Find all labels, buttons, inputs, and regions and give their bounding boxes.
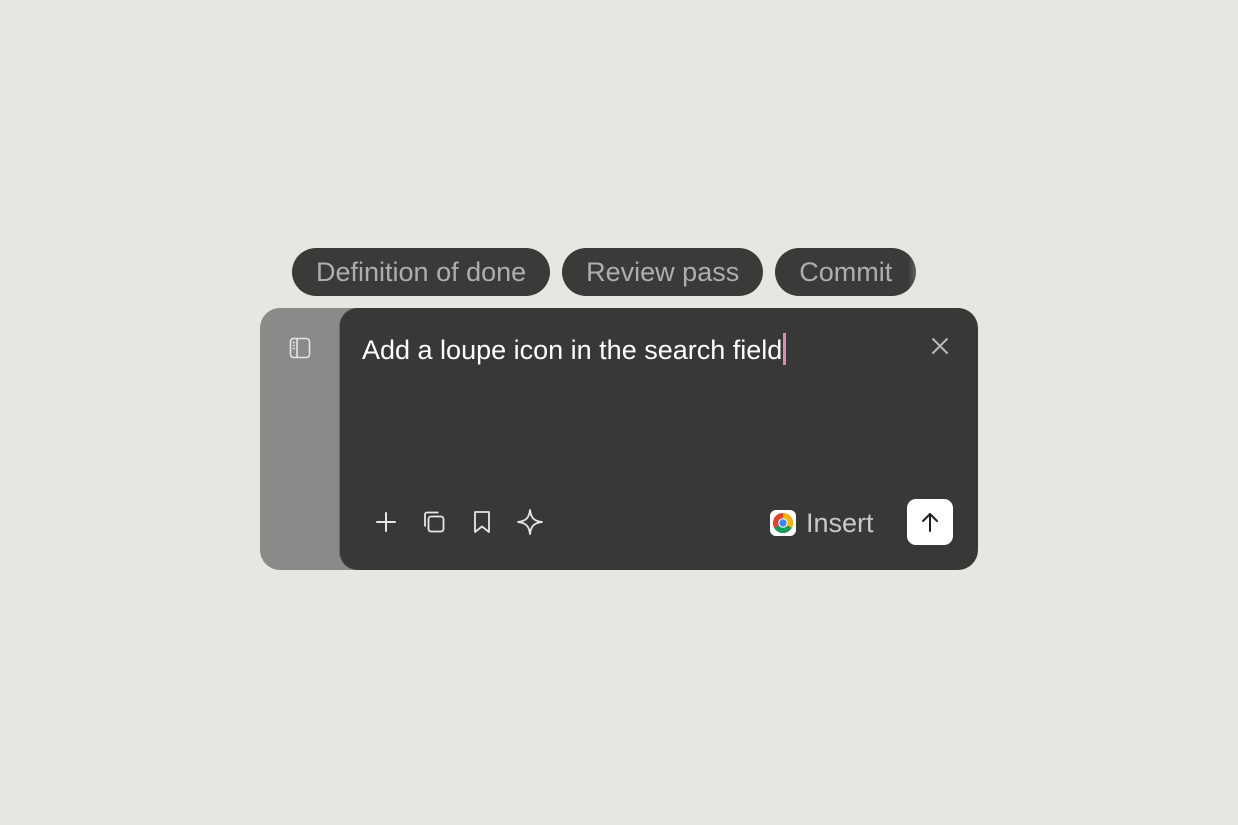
insert-button[interactable]: Insert bbox=[770, 506, 874, 540]
chip-review-pass[interactable]: Review pass bbox=[562, 248, 764, 296]
plus-icon[interactable] bbox=[372, 508, 400, 536]
chip-definition-of-done[interactable]: Definition of done bbox=[292, 248, 551, 296]
bookmark-icon[interactable] bbox=[468, 508, 496, 536]
chip-commit[interactable]: Commit bbox=[775, 248, 917, 296]
prompt-input[interactable]: Add a loupe icon in the search field bbox=[362, 330, 902, 370]
sparkle-icon[interactable] bbox=[516, 508, 544, 536]
prompt-text: Add a loupe icon in the search field bbox=[362, 335, 783, 365]
close-icon[interactable] bbox=[928, 334, 952, 358]
chrome-icon bbox=[770, 510, 796, 536]
copy-icon[interactable] bbox=[420, 508, 448, 536]
send-button[interactable] bbox=[907, 499, 953, 545]
stage: Definition of done Review pass Commit Add … bbox=[0, 0, 1238, 825]
composer: Add a loupe icon in the search field Ins… bbox=[340, 308, 978, 570]
suggestion-chips: Definition of done Review pass Commit bbox=[292, 248, 948, 296]
sidebar-panel-icon[interactable] bbox=[288, 336, 312, 360]
side-rail bbox=[260, 308, 340, 570]
insert-label: Insert bbox=[806, 507, 874, 538]
text-caret bbox=[783, 333, 787, 365]
prompt-panel: Add a loupe icon in the search field Ins… bbox=[260, 308, 978, 570]
arrow-up-icon bbox=[922, 513, 938, 532]
